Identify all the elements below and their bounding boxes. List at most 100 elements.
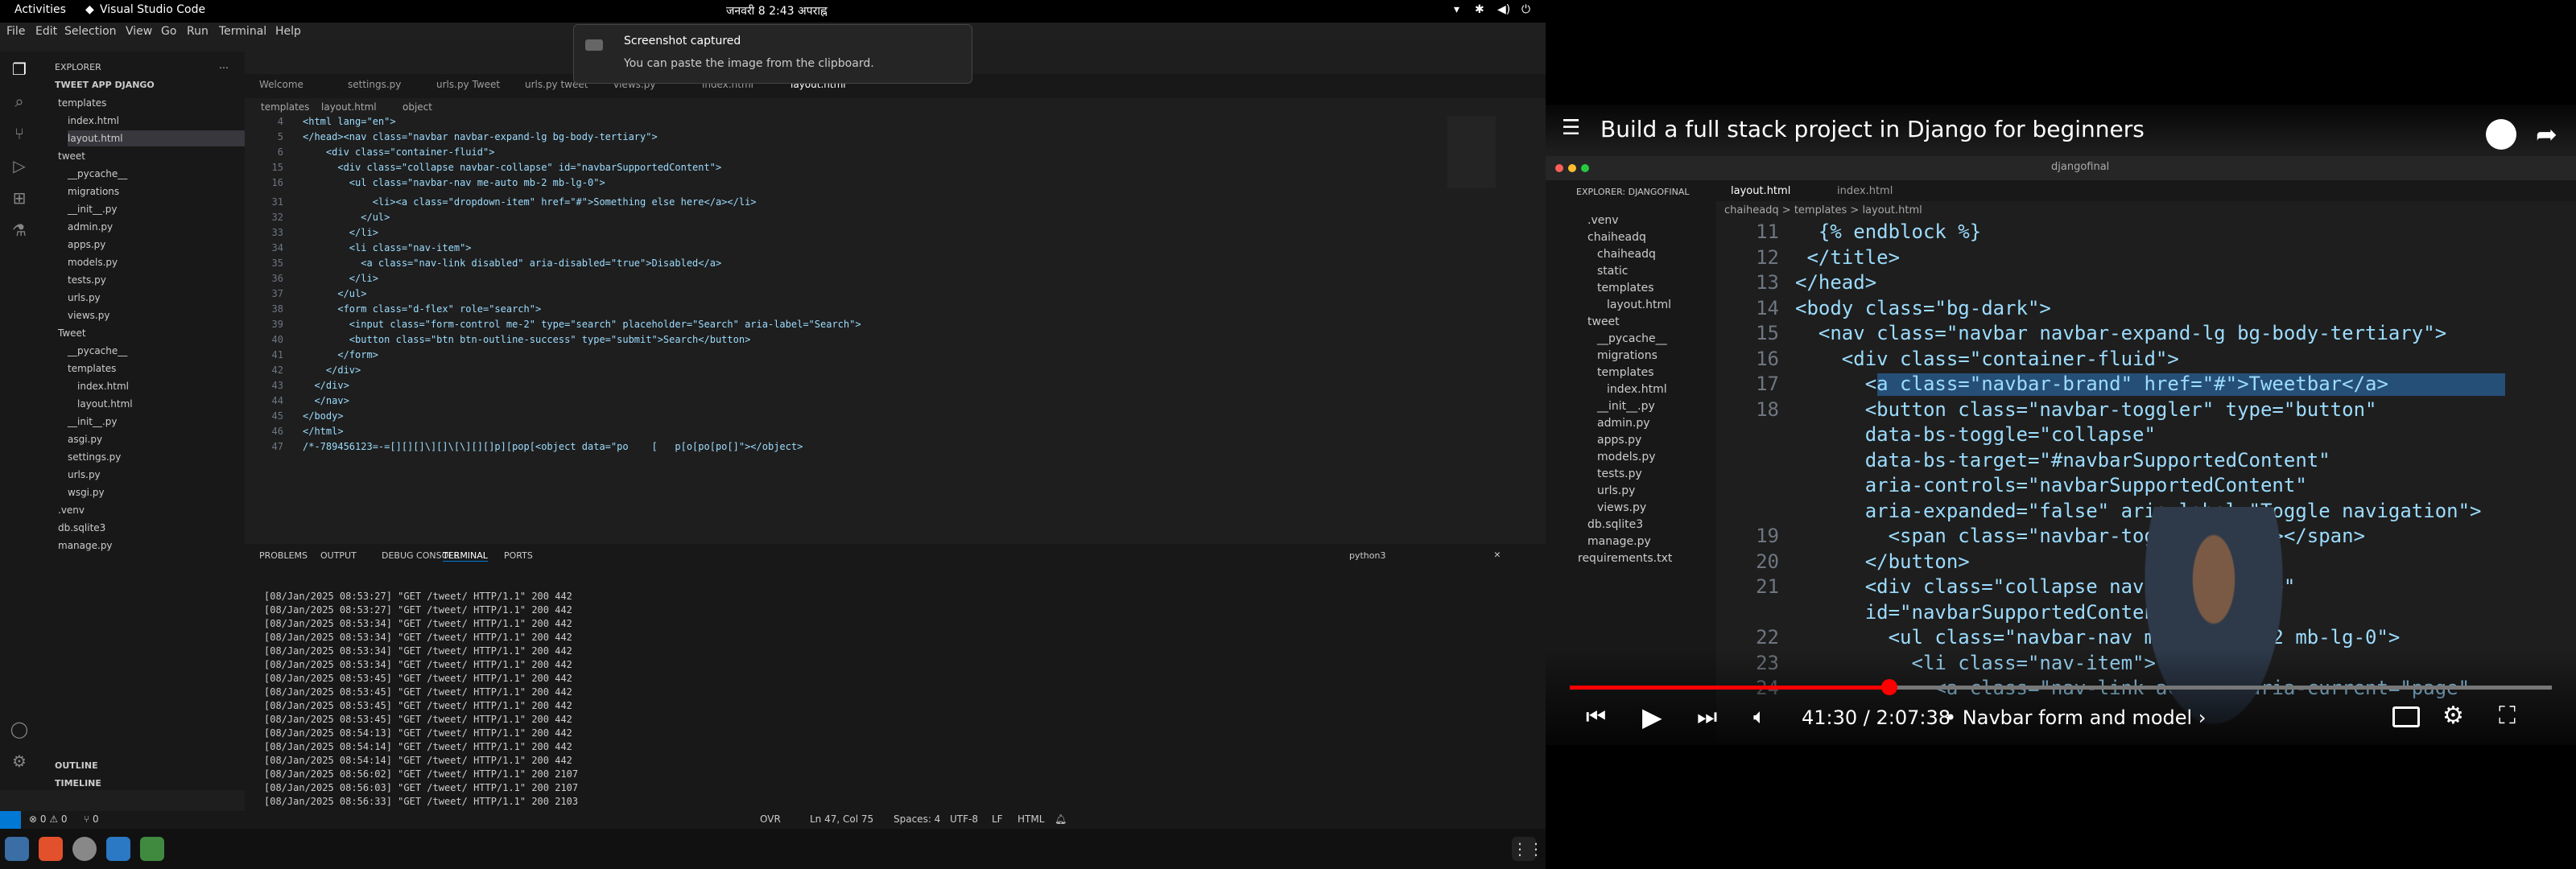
settings-icon[interactable]: ⚙ — [2442, 702, 2464, 730]
search-icon[interactable]: ⌕ — [10, 92, 29, 111]
panel-tab[interactable]: TERMINAL — [443, 550, 488, 562]
tree-item[interactable]: __init__.py — [68, 201, 118, 217]
video-player[interactable]: ☰ Build a full stack project in Django f… — [1546, 105, 2576, 745]
video-title[interactable]: Build a full stack project in Django for… — [1600, 116, 2145, 142]
source-control-icon[interactable]: ⑂ — [10, 124, 29, 143]
share-icon[interactable]: ➦ — [2536, 119, 2557, 150]
tree-item[interactable]: .venv — [58, 502, 85, 518]
menu-file[interactable]: File — [6, 25, 25, 38]
exit-fullscreen-icon[interactable]: ⛶ — [2499, 702, 2516, 730]
tree-item[interactable]: admin.py — [68, 219, 113, 235]
testing-icon[interactable]: ⚗ — [10, 220, 29, 240]
breadcrumb-file[interactable]: layout.html — [321, 101, 377, 113]
files-icon[interactable] — [5, 837, 29, 861]
bluetooth-icon[interactable]: ✱ — [1475, 3, 1484, 16]
menu-selection[interactable]: Selection — [64, 25, 117, 38]
power-icon[interactable]: ⏻ — [1521, 3, 1530, 16]
clock[interactable]: जनवरी 8 2:43 अपराह्न — [726, 3, 828, 19]
previous-icon[interactable]: ⏮ — [1586, 703, 1606, 731]
tree-item[interactable]: tweet — [58, 148, 85, 164]
wifi-icon[interactable]: ▾ — [1454, 3, 1459, 16]
encoding-status[interactable]: UTF-8 — [950, 813, 978, 825]
tree-item[interactable]: index.html — [77, 378, 129, 394]
brave-icon[interactable] — [39, 837, 63, 861]
breadcrumb-folder[interactable]: templates — [261, 101, 309, 113]
progress-scrubber[interactable] — [1880, 679, 1897, 695]
close-panel-icon[interactable]: ✕ — [1494, 549, 1501, 561]
tree-item[interactable]: __init__.py — [68, 414, 118, 430]
menu-edit[interactable]: Edit — [35, 25, 57, 38]
bell-icon[interactable]: 🔔︎ — [1055, 813, 1067, 825]
tree-item[interactable]: __pycache__ — [68, 166, 127, 182]
ports-status[interactable]: ⑂ 0 — [84, 813, 99, 825]
tree-item[interactable]: Tweet — [58, 325, 86, 341]
indent-status[interactable]: Spaces: 4 — [894, 813, 940, 825]
timeline-section[interactable]: TIMELINE — [55, 776, 101, 792]
panel-tab[interactable]: PROBLEMS — [259, 550, 308, 561]
tree-item[interactable]: views.py — [68, 307, 109, 323]
play-icon[interactable]: ▶ — [1642, 702, 1662, 732]
explorer-icon[interactable]: ❐ — [10, 60, 29, 79]
tree-item[interactable]: templates — [58, 95, 106, 111]
tree-item[interactable]: templates — [68, 360, 116, 377]
tree-item[interactable]: manage.py — [58, 537, 113, 554]
menu-run[interactable]: Run — [187, 25, 208, 38]
minimap[interactable] — [1447, 116, 1496, 188]
text-editor-icon[interactable] — [140, 837, 164, 861]
eol-status[interactable]: LF — [992, 813, 1003, 825]
next-icon[interactable]: ⏭ — [1697, 703, 1717, 731]
outline-section[interactable]: OUTLINE — [55, 758, 98, 774]
tree-item[interactable]: urls.py — [68, 290, 101, 306]
remote-icon[interactable] — [0, 811, 21, 829]
settings-gear-icon[interactable]: ⚙ — [10, 752, 29, 771]
tree-item[interactable]: settings.py — [68, 449, 121, 465]
account-icon[interactable]: ◯ — [10, 719, 29, 739]
watch-later-icon[interactable] — [2486, 119, 2516, 150]
menu-help[interactable]: Help — [275, 25, 301, 38]
menu-terminal[interactable]: Terminal — [219, 25, 266, 38]
screenshot-notification[interactable]: Screenshot captured You can paste the im… — [573, 24, 972, 84]
line-number: 45 — [271, 410, 283, 422]
breadcrumb-symbol[interactable]: object — [402, 101, 432, 113]
more-actions-icon[interactable]: ⋯ — [219, 60, 229, 76]
menu-go[interactable]: Go — [161, 25, 176, 38]
tab-2[interactable]: urls.py Tweet — [436, 79, 500, 90]
tab-0[interactable]: Welcome — [259, 79, 303, 90]
chapter-title[interactable]: • Navbar form and model › — [1945, 706, 2206, 729]
app-grid-icon[interactable]: ⋮⋮ — [1512, 837, 1544, 861]
tree-item[interactable]: tests.py — [68, 272, 106, 288]
tree-item[interactable]: layout.html — [77, 396, 133, 412]
tree-item[interactable]: models.py — [68, 254, 118, 270]
language-status[interactable]: HTML — [1018, 813, 1044, 825]
tree-item[interactable]: asgi.py — [68, 431, 102, 447]
cursor-position[interactable]: Ln 47, Col 75 — [810, 813, 873, 825]
activities-button[interactable]: Activities — [14, 3, 66, 16]
tree-item[interactable]: db.sqlite3 — [58, 520, 105, 536]
tree-item[interactable]: apps.py — [68, 237, 105, 253]
tree-item[interactable]: layout.html — [68, 130, 261, 146]
tree-item[interactable]: urls.py — [68, 467, 101, 483]
terminal-shell-label[interactable]: python3 — [1349, 550, 1385, 561]
app-menu[interactable]: Visual Studio Code — [100, 3, 205, 16]
recorded-code-line: <a class="navbar-brand" href="#">Tweetba… — [1795, 373, 2388, 395]
panel-tab[interactable]: PORTS — [504, 550, 533, 561]
playlist-icon[interactable]: ☰ — [1562, 116, 1589, 140]
menu-view[interactable]: View — [126, 25, 152, 38]
volume-icon[interactable]: ◀) — [1497, 3, 1510, 16]
obs-icon[interactable] — [72, 837, 97, 861]
run-debug-icon[interactable]: ▷ — [10, 156, 29, 175]
tab-1[interactable]: settings.py — [348, 79, 401, 90]
tree-item[interactable]: migrations — [68, 183, 119, 200]
vscode-dock-icon[interactable] — [106, 837, 130, 861]
project-root[interactable]: TWEET APP DJANGO — [55, 77, 155, 93]
tree-item[interactable]: wsgi.py — [68, 484, 105, 500]
volume-icon[interactable]: 🔈︎ — [1753, 705, 1766, 730]
extensions-icon[interactable]: ⊞ — [10, 188, 29, 208]
panel-tab[interactable]: OUTPUT — [320, 550, 357, 561]
problems-status[interactable]: ⊗ 0 ⚠ 0 — [29, 813, 68, 825]
ovr-status[interactable]: OVR — [760, 813, 781, 825]
code-editor[interactable]: 4 <html lang="en"> 5 </head><nav class="nav… — [245, 116, 1546, 544]
tree-item[interactable]: __pycache__ — [68, 343, 127, 359]
tree-item[interactable]: index.html — [68, 113, 119, 129]
subtitles-icon[interactable] — [2392, 706, 2420, 727]
